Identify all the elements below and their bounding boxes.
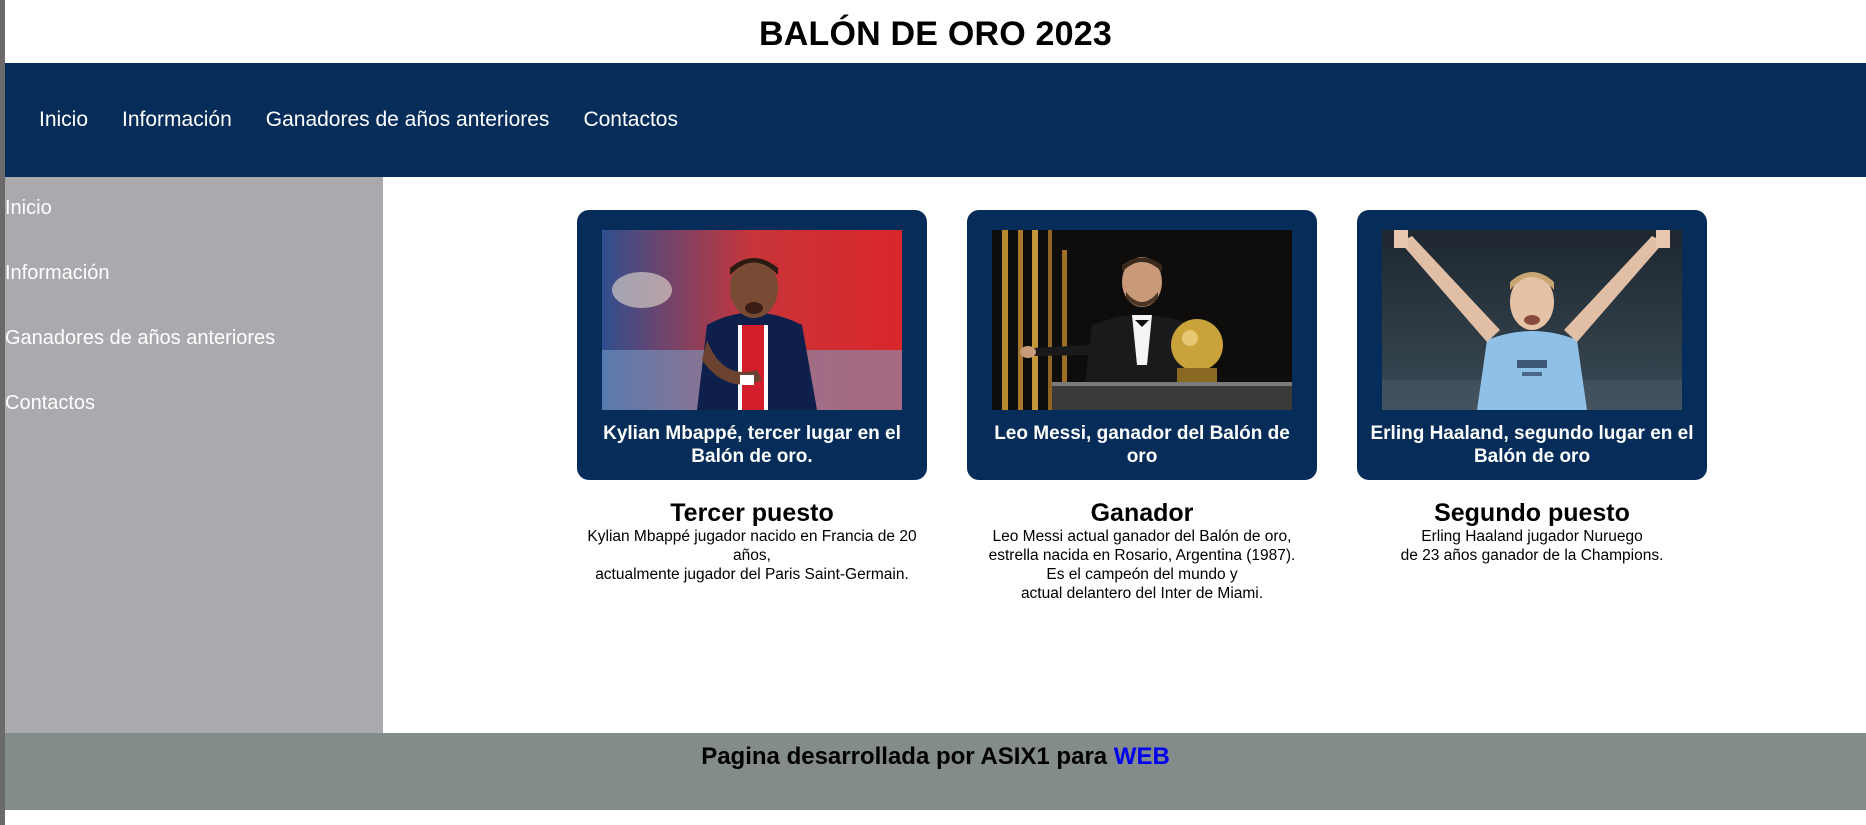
card-box: Kylian Mbappé, tercer lugar en el Balón … [577,210,927,480]
card-title: Segundo puesto [1434,499,1630,527]
footer-text: Pagina desarrollada por ASIX1 para WEB [701,743,1170,810]
player-photo-haaland [1382,230,1682,410]
card-description: Kylian Mbappé jugador nacido en Francia … [577,527,927,584]
card-description: Leo Messi actual ganador del Balón de or… [967,527,1317,603]
main-content: Kylian Mbappé, tercer lugar en el Balón … [383,177,1866,733]
card-second-place: Erling Haaland, segundo lugar en el Baló… [1357,210,1707,565]
top-nav: Inicio Información Ganadores de años ant… [5,63,1866,177]
top-nav-inicio[interactable]: Inicio [39,108,88,132]
top-nav-informacion[interactable]: Información [122,108,232,132]
card-box: Erling Haaland, segundo lugar en el Baló… [1357,210,1707,480]
card-box: Leo Messi, ganador del Balón de oro [967,210,1317,480]
card-title: Ganador [1090,499,1194,527]
sidebar-item-inicio[interactable]: Inicio [5,177,383,242]
top-nav-ganadores[interactable]: Ganadores de años anteriores [266,108,550,132]
sidebar-item-ganadores[interactable]: Ganadores de años anteriores [5,307,383,372]
card-caption: Erling Haaland, segundo lugar en el Baló… [1370,423,1694,467]
description-line: de 23 años ganador de la Champions. [1400,547,1664,564]
description-line: actualmente jugador del Paris Saint-Germ… [595,566,909,583]
card-description: Erling Haaland jugador Nuruego de 23 año… [1357,527,1707,565]
footer-web-link[interactable]: WEB [1114,743,1170,770]
card-third-place: Kylian Mbappé, tercer lugar en el Balón … [577,210,927,584]
page-header: BALÓN DE ORO 2023 [5,0,1866,63]
description-line: Kylian Mbappé jugador nacido en Francia … [587,528,917,564]
card-winner: Leo Messi, ganador del Balón de oro Gana… [967,210,1317,603]
player-photo-mbappe [602,230,902,410]
card-caption: Kylian Mbappé, tercer lugar en el Balón … [603,423,901,467]
card-caption: Leo Messi, ganador del Balón de oro [994,423,1290,467]
description-line: Erling Haaland jugador Nuruego [1421,528,1643,545]
description-line: actual delantero del Inter de Miami. [1020,585,1264,602]
player-photo-messi [992,230,1292,410]
card-title: Tercer puesto [670,499,834,527]
page-title: BALÓN DE ORO 2023 [759,15,1112,53]
top-nav-contactos[interactable]: Contactos [583,108,678,132]
footer-credit: Pagina desarrollada por ASIX1 para [701,743,1114,770]
sidebar: Inicio Información Ganadores de años ant… [5,177,383,742]
description-line: Leo Messi actual ganador del Balón de or… [992,528,1292,545]
description-line: Es el campeón del mundo y [1046,566,1238,583]
sidebar-item-informacion[interactable]: Información [5,242,383,307]
sidebar-item-contactos[interactable]: Contactos [5,372,383,437]
description-line: estrella nacida en Rosario, Argentina (1… [988,547,1296,564]
footer: Pagina desarrollada por ASIX1 para WEB [5,733,1866,810]
